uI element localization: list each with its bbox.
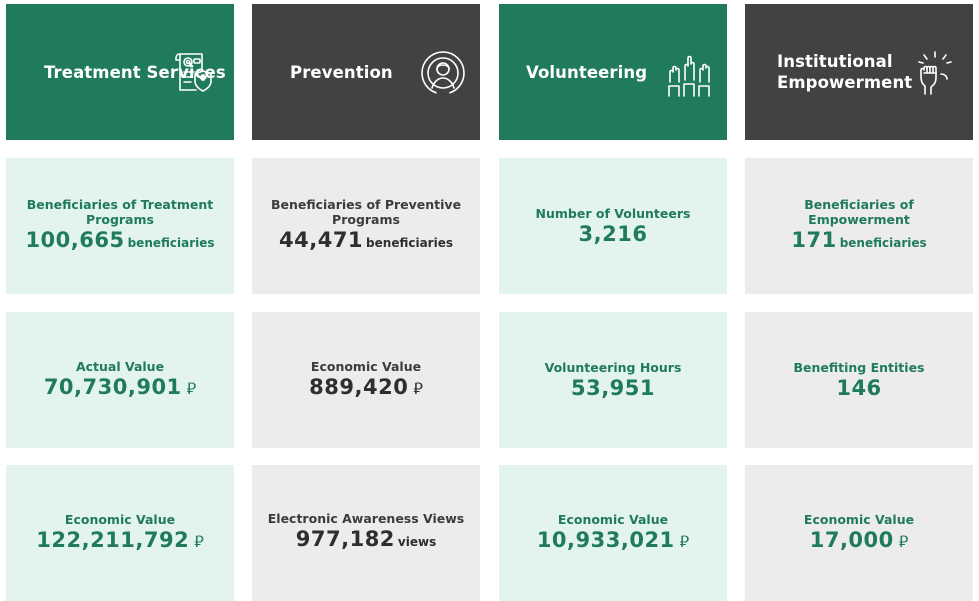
raised-hands-icon — [665, 52, 713, 98]
value-number: 70,730,901 — [43, 375, 182, 399]
card-label: Number of Volunteers — [535, 205, 691, 221]
statistics-grid: Treatment Services Beneficiaries of Trea… — [0, 0, 979, 601]
header-title: Volunteering — [526, 62, 648, 82]
riyal-currency-icon: ⃁ — [898, 532, 909, 551]
card-label: Beneficiaries of Preventive Programs — [270, 196, 462, 227]
raised-fist-icon — [917, 50, 953, 96]
value-number: 977,182 — [295, 527, 395, 551]
value-number: 100,665 — [25, 227, 125, 252]
value-number: 889,420 — [309, 375, 409, 399]
card-value: 17,000 ⃁ — [810, 528, 909, 554]
card-treatment-economic-value: Economic Value 122,211,792 ⃁ — [6, 465, 234, 601]
card-label: Beneficiaries of Treatment Programs — [26, 196, 214, 227]
card-value: 889,420 ⃁ — [309, 375, 423, 401]
riyal-currency-icon: ⃁ — [679, 532, 690, 551]
card-empowerment-economic-value: Economic Value 17,000 ⃁ — [745, 465, 973, 601]
header-prevention: Prevention — [252, 4, 480, 140]
card-value: 44,471 beneficiaries — [279, 228, 453, 256]
card-label: Benefiting Entities — [793, 359, 925, 375]
card-value: 100,665 beneficiaries — [25, 228, 214, 256]
card-value: 53,951 — [570, 375, 656, 400]
card-prevention-economic-value: Economic Value 889,420 ⃁ — [252, 312, 480, 448]
value-unit: beneficiaries — [839, 235, 927, 250]
riyal-currency-icon: ⃁ — [194, 532, 204, 551]
card-label: Economic Value — [803, 512, 915, 527]
card-volunteering-economic-value: Economic Value 10,933,021 ⃁ — [499, 465, 727, 601]
value-unit: beneficiaries — [366, 235, 453, 250]
value-number: 44,471 — [279, 227, 364, 252]
value-unit: beneficiaries — [127, 235, 215, 250]
header-title: Institutional Empowerment — [777, 52, 913, 92]
card-benefiting-entities: Benefiting Entities 146 — [745, 312, 973, 448]
value-number: 171 — [791, 227, 837, 252]
medical-document-shield-icon — [174, 50, 214, 96]
card-prevention-beneficiaries: Beneficiaries of Preventive Programs 44,… — [252, 158, 480, 294]
card-value: 70,730,901 ⃁ — [44, 375, 196, 401]
card-label: Economic Value — [64, 512, 176, 527]
card-value: 171 beneficiaries — [791, 228, 926, 256]
card-treatment-beneficiaries: Beneficiaries of Treatment Programs 100,… — [6, 158, 234, 294]
card-value: 977,182 views — [296, 527, 436, 555]
value-number: 122,211,792 — [36, 528, 190, 552]
value-number: 17,000 — [809, 528, 894, 552]
value-number: 10,933,021 — [536, 528, 675, 552]
value-unit: views — [397, 535, 437, 549]
person-target-icon — [420, 50, 466, 96]
card-value: 3,216 — [578, 221, 648, 246]
card-label: Volunteering Hours — [544, 359, 682, 375]
card-label: Economic Value — [310, 359, 422, 374]
card-value: 122,211,792 ⃁ — [36, 528, 203, 554]
card-label: Actual Value — [75, 359, 165, 374]
header-title: Prevention — [290, 62, 393, 82]
card-value: 146 — [836, 375, 882, 400]
card-label: Electronic Awareness Views — [267, 511, 465, 526]
card-label: Economic Value — [557, 512, 669, 527]
header-institutional-empowerment: Institutional Empowerment — [745, 4, 973, 140]
card-volunteer-count: Number of Volunteers 3,216 — [499, 158, 727, 294]
card-empowerment-beneficiaries: Beneficiaries of Empowerment 171 benefici… — [745, 158, 973, 294]
card-prevention-awareness-views: Electronic Awareness Views 977,182 views — [252, 465, 480, 601]
header-treatment-services: Treatment Services — [6, 4, 234, 140]
riyal-currency-icon: ⃁ — [413, 379, 423, 398]
header-volunteering: Volunteering — [499, 4, 727, 140]
card-treatment-actual-value: Actual Value 70,730,901 ⃁ — [6, 312, 234, 448]
card-value: 10,933,021 ⃁ — [537, 528, 689, 554]
card-volunteering-hours: Volunteering Hours 53,951 — [499, 312, 727, 448]
riyal-currency-icon: ⃁ — [186, 379, 197, 398]
card-label: Beneficiaries of Empowerment — [804, 196, 914, 227]
